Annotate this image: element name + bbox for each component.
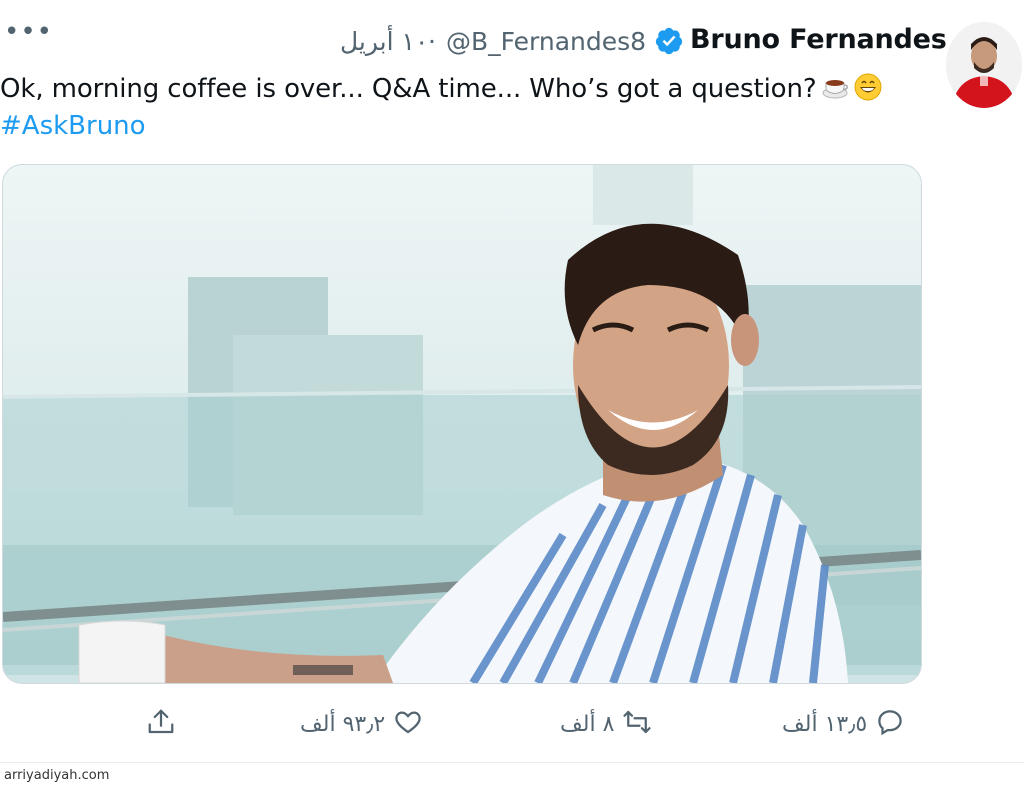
like-action[interactable]: ٩٣٫٢ ألف: [292, 704, 423, 744]
author-avatar[interactable]: [946, 22, 1022, 108]
heart-icon[interactable]: [393, 707, 423, 741]
bottom-divider: [0, 762, 1024, 763]
retweet-action[interactable]: ٨ ألف: [552, 704, 652, 744]
tweet-text-line: Ok, morning coffee is over... Q&A time..…: [0, 72, 883, 104]
share-action[interactable]: [146, 704, 176, 744]
more-options-icon[interactable]: •••: [4, 19, 52, 50]
reply-action[interactable]: ١٣٫٥ ألف: [774, 704, 905, 744]
verified-badge-icon: [654, 26, 684, 56]
author-handle[interactable]: @B_Fernandes8: [446, 27, 646, 56]
separator-dot: ·: [428, 27, 436, 56]
tweet-text: Ok, morning coffee is over... Q&A time..…: [0, 74, 817, 104]
like-count: ٩٣٫٢ ألف: [300, 711, 386, 737]
grinning-face-icon: [853, 72, 883, 102]
share-icon[interactable]: [146, 707, 176, 741]
reply-count: ١٣٫٥ ألف: [782, 711, 868, 737]
retweet-icon[interactable]: [622, 707, 652, 741]
source-watermark: arriyadiyah.com: [4, 768, 110, 783]
tweet-date[interactable]: ١٠ أبريل: [340, 27, 428, 56]
tweet-photo[interactable]: [2, 164, 922, 684]
retweet-count: ٨ ألف: [560, 711, 615, 737]
author-name[interactable]: Bruno Fernandes: [690, 24, 947, 55]
hashtag-link[interactable]: #AskBruno: [0, 111, 146, 141]
coffee-icon: [821, 73, 849, 101]
reply-icon[interactable]: [875, 707, 905, 741]
